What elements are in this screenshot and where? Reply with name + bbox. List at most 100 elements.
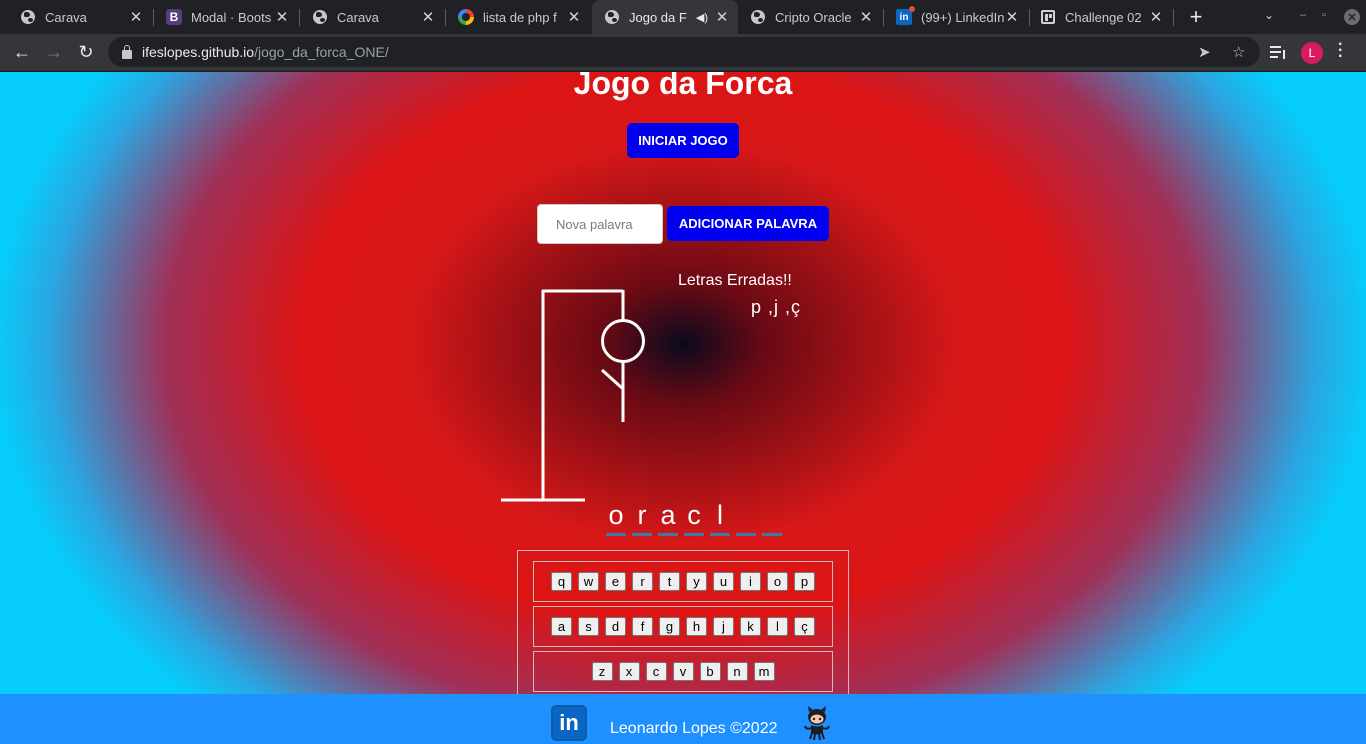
tab-carava-1[interactable]: Carava ✕ — [0, 0, 152, 34]
key-c-cedilla[interactable]: ç — [794, 617, 815, 636]
speaker-icon[interactable]: ◀) — [696, 11, 708, 24]
key-d[interactable]: d — [605, 617, 626, 636]
profile-avatar[interactable]: L — [1301, 42, 1323, 64]
key-q[interactable]: q — [551, 572, 572, 591]
key-r[interactable]: r — [632, 572, 653, 591]
tab-title: Carava — [337, 9, 379, 25]
lock-icon — [122, 44, 132, 59]
tab-google-search[interactable]: lista de php f ✕ — [438, 0, 590, 34]
key-i[interactable]: i — [740, 572, 761, 591]
url-text: ifeslopes.github.io/jogo_da_forca_ONE/ — [142, 44, 389, 60]
key-c[interactable]: c — [645, 662, 667, 681]
tab-title: Cripto Oracle — [775, 9, 852, 25]
new-tab-plus-icon[interactable]: + — [1184, 4, 1208, 29]
github-octocat-icon[interactable] — [802, 706, 832, 740]
key-u[interactable]: u — [713, 572, 734, 591]
browser-toolbar: ← → ↻ ifeslopes.github.io/jogo_da_forca_… — [0, 34, 1366, 71]
key-k[interactable]: k — [740, 617, 761, 636]
globe-icon — [750, 9, 766, 25]
key-f[interactable]: f — [632, 617, 653, 636]
tab-title: lista de php f — [483, 9, 557, 25]
key-a[interactable]: a — [551, 617, 572, 636]
key-e[interactable]: e — [605, 572, 626, 591]
media-queue-icon[interactable] — [1270, 44, 1288, 60]
tab-title: Carava — [45, 9, 87, 25]
keyboard-row-1: q w e r t y u i o p — [533, 561, 833, 602]
linkedin-icon[interactable]: in — [551, 705, 587, 741]
forward-arrow-icon[interactable]: → — [42, 40, 66, 64]
letter-slot: r — [632, 500, 652, 536]
add-word-button[interactable]: ADICIONAR PALAVRA — [667, 206, 829, 241]
footer-copyright: Leonardo Lopes ©2022 — [610, 720, 778, 737]
back-arrow-icon[interactable]: ← — [10, 40, 34, 64]
letter-slot: l — [710, 500, 730, 536]
close-icon[interactable]: ✕ — [274, 9, 290, 26]
key-o[interactable]: o — [767, 572, 788, 591]
key-g[interactable]: g — [659, 617, 680, 636]
send-tab-icon[interactable]: ➤ — [1198, 43, 1211, 61]
tab-strip: Carava ✕ B Modal · Boots ✕ Carava ✕ list… — [0, 0, 1366, 34]
tab-cripto-oracle[interactable]: Cripto Oracle ✕ — [730, 0, 882, 34]
close-icon[interactable]: ✕ — [714, 9, 730, 26]
letter-slot — [736, 500, 756, 536]
globe-icon — [20, 9, 36, 25]
key-v[interactable]: v — [672, 662, 694, 681]
linkedin-icon: in — [896, 6, 915, 25]
close-icon[interactable]: ✕ — [1148, 9, 1164, 26]
keyboard-row-3: z x c v b n m — [533, 651, 833, 692]
tab-title: (99+) LinkedIn — [921, 9, 1004, 25]
keyboard-row-2: a s d f g h j k l ç — [533, 606, 833, 647]
letter-slot: c — [684, 500, 704, 536]
key-l[interactable]: l — [767, 617, 788, 636]
key-m[interactable]: m — [753, 662, 775, 681]
tab-title: Modal · Boots — [191, 9, 272, 25]
hangman-arm — [600, 368, 624, 390]
close-icon[interactable]: ✕ — [420, 9, 436, 26]
new-word-input[interactable] — [537, 204, 663, 244]
key-p[interactable]: p — [794, 572, 815, 591]
game-page: Jogo da Forca INICIAR JOGO ADICIONAR PAL… — [0, 72, 1366, 744]
letter-slot: o — [606, 500, 626, 536]
close-icon[interactable]: ✕ — [128, 9, 144, 26]
close-icon[interactable]: ✕ — [566, 9, 582, 26]
tab-challenge[interactable]: Challenge 02 ✕ — [1020, 0, 1172, 34]
menu-kebab-icon[interactable]: · · · — [1338, 37, 1343, 65]
hangman-head — [601, 319, 645, 363]
globe-icon — [604, 9, 620, 25]
key-h[interactable]: h — [686, 617, 707, 636]
maximize-icon[interactable]: ▫ — [1322, 9, 1326, 21]
wrong-letters-title: Letras Erradas!! — [678, 272, 792, 289]
bootstrap-icon: B — [166, 9, 182, 25]
hangman-gallows — [501, 289, 645, 502]
globe-icon — [312, 9, 328, 25]
key-n[interactable]: n — [726, 662, 748, 681]
tab-modal-bootstrap[interactable]: B Modal · Boots ✕ — [146, 0, 298, 34]
tab-title: Jogo da F — [629, 9, 687, 25]
key-y[interactable]: y — [686, 572, 707, 591]
start-game-button[interactable]: INICIAR JOGO — [627, 123, 739, 158]
reload-icon[interactable]: ↻ — [74, 40, 98, 64]
key-z[interactable]: z — [591, 662, 613, 681]
letter-slot: a — [658, 500, 678, 536]
window-close-icon[interactable]: ✕ — [1344, 9, 1360, 25]
secret-word: o r a c l — [606, 500, 782, 536]
bookmark-star-icon[interactable]: ☆ — [1232, 43, 1245, 61]
key-x[interactable]: x — [618, 662, 640, 681]
key-s[interactable]: s — [578, 617, 599, 636]
virtual-keyboard: q w e r t y u i o p a s d f g h j k l ç … — [517, 550, 849, 700]
key-t[interactable]: t — [659, 572, 680, 591]
key-w[interactable]: w — [578, 572, 599, 591]
tab-linkedin[interactable]: in (99+) LinkedIn ✕ — [876, 0, 1028, 34]
tab-carava-2[interactable]: Carava ✕ — [292, 0, 444, 34]
minimize-icon[interactable]: – — [1300, 9, 1306, 21]
tab-search-chevron-icon[interactable]: ⌄ — [1264, 8, 1274, 22]
close-icon[interactable]: ✕ — [1004, 9, 1020, 26]
address-bar[interactable]: ifeslopes.github.io/jogo_da_forca_ONE/ ➤… — [108, 37, 1260, 67]
tab-jogo-da-forca[interactable]: Jogo da F ◀) ✕ — [592, 0, 738, 34]
close-icon[interactable]: ✕ — [858, 9, 874, 26]
key-b[interactable]: b — [699, 662, 721, 681]
key-j[interactable]: j — [713, 617, 734, 636]
wrong-letters-list: p ,j ,ç — [751, 297, 802, 317]
letter-slot — [762, 500, 782, 536]
tab-title: Challenge 02 — [1065, 9, 1142, 25]
